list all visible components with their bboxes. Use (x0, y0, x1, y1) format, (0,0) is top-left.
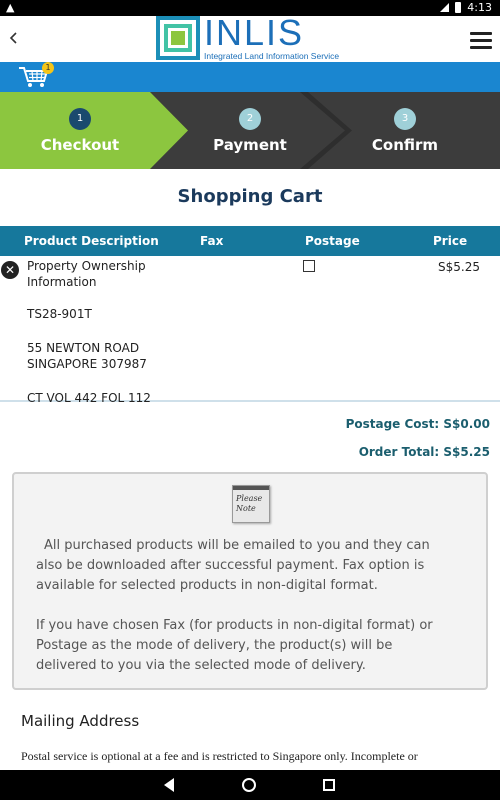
product-ct-vol: CT VOL 442 FOL 112 (27, 391, 151, 405)
step-payment: 2 Payment (170, 92, 330, 169)
hamburger-menu-icon[interactable] (470, 32, 492, 53)
product-reference: TS28-901T (27, 307, 92, 321)
logo-tagline: Integrated Land Information Service (204, 51, 340, 61)
step-number: 3 (394, 108, 416, 130)
step-label: Checkout (40, 136, 120, 154)
inlis-logo: INLIS Integrated Land Information Servic… (156, 12, 340, 62)
chevron-left-icon (9, 32, 17, 44)
mailing-address-title: Mailing Address (21, 712, 140, 730)
signal-icon (440, 3, 450, 12)
please-note-icon: Please Note (232, 485, 270, 523)
nav-recent-apps-icon[interactable] (323, 779, 335, 791)
step-checkout: 1 Checkout (0, 92, 160, 169)
product-address: 55 NEWTON ROAD SINGAPORE 307987 (27, 341, 147, 371)
product-description: Property Ownership Information TS28-901T… (27, 258, 187, 406)
cart-count-badge: 1 (42, 62, 54, 74)
notice-box: Please Note All purchased products will b… (12, 472, 488, 690)
cart-bar: 1 (0, 62, 500, 92)
remove-item-icon[interactable]: ✕ (1, 261, 19, 279)
step-number: 2 (239, 108, 261, 130)
product-price: S$5.25 (438, 260, 480, 274)
postage-cost: Postage Cost: S$0.00 (345, 417, 490, 431)
logo-name: INLIS (204, 12, 305, 53)
step-confirm: 3 Confirm (325, 92, 485, 169)
notice-paragraph-2: If you have chosen Fax (for products in … (36, 618, 433, 673)
status-time: 4:13 (467, 1, 492, 14)
step-label: Confirm (371, 136, 439, 154)
cart-table-header: Product Description Fax Postage Price (0, 226, 500, 256)
warning-icon: ▲ (6, 1, 15, 14)
status-icons: 4:13 (440, 1, 492, 14)
nav-home-icon[interactable] (242, 778, 256, 792)
nav-back-icon[interactable] (164, 778, 174, 792)
logo-mark-icon (156, 16, 200, 60)
product-name: Property Ownership Information (27, 259, 146, 289)
step-number: 1 (69, 108, 91, 130)
checkout-steps: 1 Checkout 2 Payment 3 Confirm (0, 92, 500, 169)
order-total: Order Total: S$5.25 (358, 445, 490, 459)
page-title: Shopping Cart (177, 186, 323, 207)
app-header: INLIS Integrated Land Information Servic… (0, 12, 500, 62)
header-postage: Postage (305, 234, 360, 248)
header-fax: Fax (200, 234, 224, 248)
header-price: Price (433, 234, 468, 248)
mailing-address-text: Postal service is optional at a fee and … (21, 749, 418, 763)
postage-checkbox[interactable] (303, 260, 315, 272)
back-button[interactable] (8, 26, 20, 50)
notice-paragraph-1: All purchased products will be emailed t… (36, 538, 430, 593)
step-label: Payment (213, 136, 287, 154)
system-nav-bar (0, 770, 500, 800)
battery-icon (455, 2, 462, 13)
header-product-description: Product Description (24, 234, 159, 248)
table-row: ✕ Property Ownership Information TS28-90… (0, 256, 500, 405)
